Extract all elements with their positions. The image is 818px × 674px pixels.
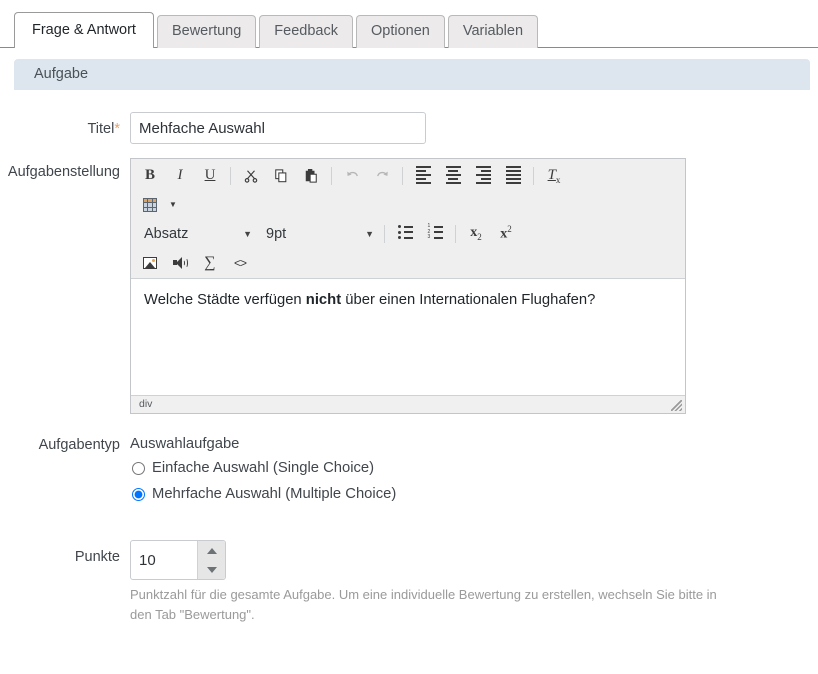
toolbar-divider [402,167,403,185]
tab-bewertung[interactable]: Bewertung [157,15,256,48]
font-size-select[interactable]: 9pt ▼ [257,222,379,246]
toolbar-divider [230,167,231,185]
radio-multiple-choice-input[interactable] [132,488,145,501]
tab-frage-antwort[interactable]: Frage & Antwort [14,12,154,48]
tab-label: Feedback [274,23,338,39]
points-stepper [130,540,226,580]
toolbar-divider [533,167,534,185]
form-row-title: Titel* [0,112,818,144]
tab-label: Frage & Antwort [32,22,136,38]
points-field-cell: Punktzahl für die gesamte Aufgabe. Um ei… [130,540,818,624]
points-increment-button[interactable] [198,541,225,560]
question-type-field-cell: Auswahlaufgabe Einfache Auswahl (Single … [130,436,818,512]
image-icon[interactable] [135,250,165,276]
form-row-statement: Aufgabenstellung B I U [0,158,818,414]
points-help-text: Punktzahl für die gesamte Aufgabe. Um ei… [130,585,730,624]
paragraph-format-value: Absatz [144,226,188,242]
radio-single-choice[interactable]: Einfache Auswahl (Single Choice) [130,460,818,476]
numbered-list-icon[interactable]: 1 2 3 [420,221,450,247]
form-row-points: Punkte Punktzahl für die gesamte Aufgabe… [0,540,818,624]
redo-icon[interactable] [367,163,397,189]
align-center-icon[interactable] [438,163,468,189]
radio-single-choice-input[interactable] [132,462,145,475]
align-right-icon[interactable] [468,163,498,189]
points-label: Punkte [0,540,130,566]
title-input[interactable] [130,112,426,144]
italic-icon[interactable]: I [165,163,195,189]
title-label-text: Titel [87,121,114,137]
bold-icon[interactable]: B [135,163,165,189]
toolbar-row-3: Absatz ▼ 9pt ▼ [131,219,685,248]
title-label: Titel* [0,112,130,138]
chevron-down-icon: ▼ [365,229,374,239]
panel-header-aufgabe: Aufgabe [14,59,810,90]
tab-label: Bewertung [172,23,241,39]
required-marker: * [114,121,120,137]
table-icon[interactable] [135,192,165,218]
question-type-group-title: Auswahlaufgabe [130,436,818,452]
resize-grip-icon[interactable] [671,400,682,411]
editor-text-suffix: über einen Internationalen Flughafen? [341,292,595,308]
points-decrement-button[interactable] [198,560,225,579]
toolbar-divider [455,225,456,243]
remove-format-icon[interactable]: Tx [539,163,569,189]
form-row-question-type: Aufgabentyp Auswahlaufgabe Einfache Ausw… [0,436,818,512]
radio-multiple-choice[interactable]: Mehrfache Auswahl (Multiple Choice) [130,486,818,502]
tab-label: Variablen [463,23,523,39]
formula-icon[interactable]: ∑ [195,250,225,276]
toolbar-divider [331,167,332,185]
toolbar-row-1: B I U [131,161,685,190]
tab-optionen[interactable]: Optionen [356,15,445,48]
caret-down-icon [207,567,217,573]
editor-text-bold: nicht [306,292,341,308]
paste-icon[interactable] [296,163,326,189]
copy-icon[interactable] [266,163,296,189]
statement-label: Aufgabenstellung [0,158,130,181]
title-field-cell [130,112,818,144]
tab-bar: Frage & Antwort Bewertung Feedback Optio… [0,0,818,48]
underline-icon[interactable]: U [195,163,225,189]
radio-single-choice-label: Einfache Auswahl (Single Choice) [152,460,374,476]
undo-icon[interactable] [337,163,367,189]
toolbar-row-4: ∑ <> [131,248,685,277]
caret-up-icon [207,548,217,554]
rich-text-editor: B I U [130,158,686,414]
tab-feedback[interactable]: Feedback [259,15,353,48]
tab-variablen[interactable]: Variablen [448,15,538,48]
editor-text-prefix: Welche Städte verfügen [144,292,306,308]
bullet-list-icon[interactable] [390,221,420,247]
table-dropdown-caret-icon[interactable]: ▼ [165,192,181,218]
points-input[interactable] [131,541,197,579]
superscript-icon[interactable]: x2 [491,221,521,247]
question-type-label: Aufgabentyp [0,436,130,454]
panel-header-label: Aufgabe [34,66,88,82]
align-left-icon[interactable] [408,163,438,189]
editor-content-area[interactable]: Welche Städte verfügen nicht über einen … [131,279,685,395]
toolbar-divider [384,225,385,243]
font-size-value: 9pt [266,226,286,242]
radio-multiple-choice-label: Mehrfache Auswahl (Multiple Choice) [152,486,396,502]
justify-icon[interactable] [498,163,528,189]
editor-toolbar: B I U [131,159,685,279]
tab-label: Optionen [371,23,430,39]
source-code-icon[interactable]: <> [225,250,255,276]
cut-icon[interactable] [236,163,266,189]
audio-icon[interactable] [165,250,195,276]
paragraph-format-select[interactable]: Absatz ▼ [135,222,257,246]
question-form: Titel* Aufgabenstellung B I U [0,90,818,624]
statement-field-cell: B I U [130,158,818,414]
points-stepper-buttons [197,541,225,579]
subscript-icon[interactable]: x2 [461,221,491,247]
chevron-down-icon: ▼ [243,229,252,239]
editor-element-path: div [139,398,152,410]
editor-status-bar: div [131,395,685,413]
toolbar-row-2: ▼ [131,190,685,219]
